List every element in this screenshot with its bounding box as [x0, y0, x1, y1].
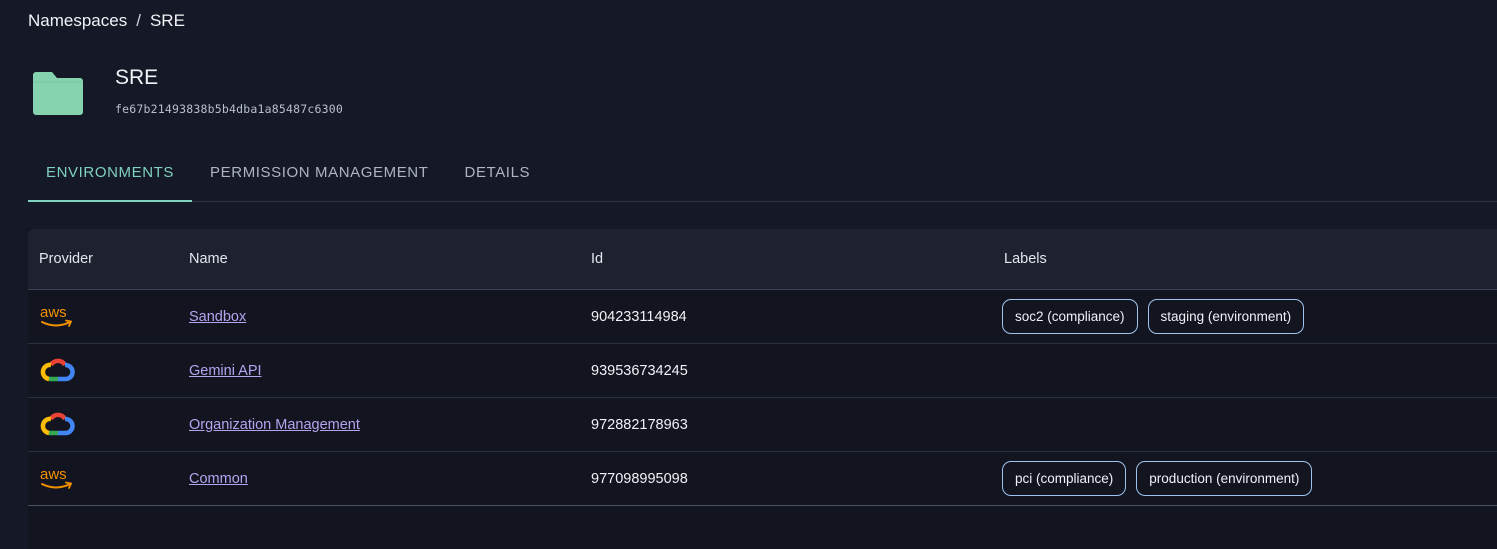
table-row: Organization Management 972882178963: [28, 398, 1497, 452]
column-header-labels: Labels: [1004, 251, 1047, 267]
aws-icon: aws: [40, 466, 73, 489]
label-chip[interactable]: production (environment): [1136, 461, 1313, 496]
label-chip[interactable]: pci (compliance): [1002, 461, 1127, 496]
breadcrumb-separator: /: [136, 11, 141, 30]
table-header: Provider Name Id Labels: [28, 229, 1497, 290]
environment-link[interactable]: Gemini API: [189, 363, 262, 379]
column-header-name: Name: [189, 251, 228, 267]
labels-cell: soc2 (compliance) staging (environment): [993, 299, 1497, 334]
environment-id: 904233114984: [591, 308, 687, 325]
environment-id: 977098995098: [591, 470, 688, 487]
environments-table: Provider Name Id Labels aws Sandbox 9042…: [28, 229, 1497, 549]
tab-details[interactable]: DETAILS: [447, 150, 549, 201]
table-row: Gemini API 939536734245: [28, 344, 1497, 398]
tab-bar: ENVIRONMENTS PERMISSION MANAGEMENT DETAI…: [28, 150, 1497, 202]
page-title: SRE: [115, 66, 159, 89]
google-cloud-icon: [40, 412, 75, 435]
tab-permission-management[interactable]: PERMISSION MANAGEMENT: [192, 150, 446, 201]
environment-id: 972882178963: [591, 416, 688, 433]
label-chip[interactable]: soc2 (compliance): [1002, 299, 1138, 334]
namespace-header: SRE fe67b21493838b5b4dba1a85487c6300: [32, 66, 343, 116]
breadcrumb: Namespaces / SRE: [28, 11, 185, 31]
breadcrumb-current: SRE: [149, 11, 185, 30]
column-header-id: Id: [591, 251, 604, 267]
environment-link[interactable]: Common: [189, 471, 248, 487]
namespace-page: Namespaces / SRE SRE fe67b21493838b5b4db…: [0, 0, 1497, 549]
environment-id: 939536734245: [591, 362, 688, 379]
svg-text:aws: aws: [40, 466, 67, 483]
environment-link[interactable]: Sandbox: [189, 309, 246, 325]
label-chip[interactable]: staging (environment): [1147, 299, 1305, 334]
table-row: aws Common 977098995098 pci (compliance)…: [28, 452, 1497, 506]
table-row: aws Sandbox 904233114984 soc2 (complianc…: [28, 290, 1497, 344]
column-header-provider: Provider: [39, 251, 93, 267]
google-cloud-icon: [40, 358, 75, 381]
labels-cell: pci (compliance) production (environment…: [993, 461, 1497, 496]
breadcrumb-namespaces-link[interactable]: Namespaces: [28, 11, 127, 31]
environment-link[interactable]: Organization Management: [189, 417, 360, 433]
folder-icon: [33, 72, 83, 115]
aws-icon: aws: [40, 304, 73, 327]
namespace-id: fe67b21493838b5b4dba1a85487c6300: [115, 102, 343, 116]
tab-environments[interactable]: ENVIRONMENTS: [28, 150, 193, 202]
svg-text:aws: aws: [40, 304, 67, 321]
